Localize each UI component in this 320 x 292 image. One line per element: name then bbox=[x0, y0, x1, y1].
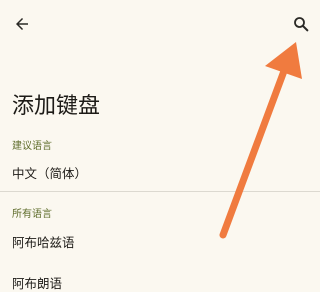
annotation-arrow bbox=[219, 42, 302, 239]
